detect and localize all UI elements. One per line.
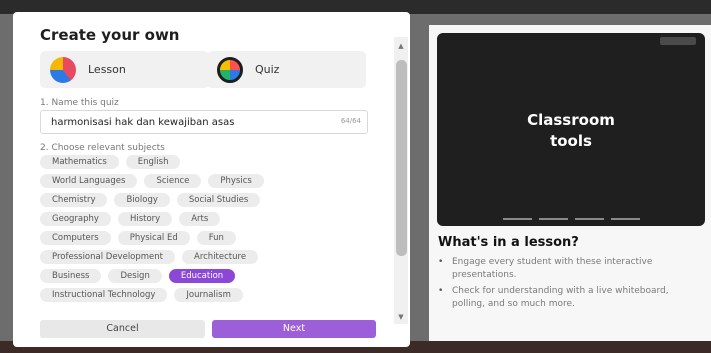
subject-chip[interactable]: Physics: [208, 174, 264, 188]
subject-chip[interactable]: Arts: [179, 212, 221, 226]
next-button[interactable]: Next: [212, 320, 376, 338]
bullet-icon: •: [438, 257, 444, 267]
video-title: Classroom tools: [437, 110, 705, 152]
lesson-bullet: • Check for understanding with a live whi…: [438, 286, 669, 309]
bullet-icon: •: [438, 286, 444, 296]
lesson-type-card[interactable]: Lesson: [40, 51, 209, 88]
subject-chip[interactable]: History: [117, 212, 173, 226]
subject-chip[interactable]: Geography: [40, 212, 111, 226]
subject-chip-row: Business Design Education: [40, 269, 375, 288]
video-title-line1: Classroom: [527, 111, 615, 129]
quiz-label: Quiz: [255, 63, 280, 76]
subject-chip-row: Computers Physical Ed Fun: [40, 231, 375, 250]
carousel-dot[interactable]: [611, 218, 640, 220]
quiz-icon: [217, 56, 243, 83]
subject-chip-row: Professional Development Architecture: [40, 250, 375, 269]
subject-chip[interactable]: Physical Ed: [117, 231, 190, 245]
quiz-name-field[interactable]: 64/64: [40, 110, 368, 134]
scroll-down-icon[interactable]: ▼: [397, 313, 405, 321]
carousel-dots: [503, 218, 647, 220]
subject-chip[interactable]: Design: [108, 269, 162, 283]
subject-chip[interactable]: Education: [168, 269, 236, 283]
char-count: 64/64: [340, 117, 361, 125]
subject-chip[interactable]: Professional Development: [40, 250, 176, 264]
lesson-bullets: • Engage every student with these interac…: [438, 256, 700, 314]
subject-chip-row: Instructional Technology Journalism: [40, 288, 375, 307]
lesson-label: Lesson: [88, 63, 126, 76]
subject-chip[interactable]: Instructional Technology: [40, 288, 168, 302]
lesson-icon: [50, 56, 76, 83]
subject-chip[interactable]: Science: [144, 174, 202, 188]
carousel-dot[interactable]: [539, 218, 568, 220]
subject-chip-row: Chemistry Biology Social Studies: [40, 193, 375, 212]
carousel-dot[interactable]: [575, 218, 604, 220]
subject-chip[interactable]: Computers: [40, 231, 111, 245]
lesson-heading: What's in a lesson?: [438, 235, 579, 250]
quiz-name-input[interactable]: [51, 116, 321, 128]
subject-chip[interactable]: Architecture: [182, 250, 259, 264]
modal-title: Create your own: [40, 26, 180, 44]
subject-chips: Mathematics English World Languages Science…: [40, 155, 375, 307]
subject-chip[interactable]: Biology: [114, 193, 170, 207]
subject-chip[interactable]: World Languages: [40, 174, 138, 188]
carousel-dot[interactable]: [503, 218, 532, 220]
subject-chip[interactable]: Journalism: [174, 288, 243, 302]
subject-chip-row: Geography History Arts: [40, 212, 375, 231]
quiz-type-card[interactable]: Quiz: [207, 51, 366, 88]
video-title-line2: tools: [550, 132, 592, 150]
subject-chip-row: Mathematics English: [40, 155, 375, 174]
step2-label: 2. Choose relevant subjects: [40, 143, 165, 153]
subject-chip[interactable]: English: [125, 155, 181, 169]
create-modal: Create your own Lesson Quiz 1. Name this…: [13, 12, 410, 347]
lesson-bullet: • Engage every student with these interac…: [438, 257, 653, 280]
subject-chip[interactable]: Business: [40, 269, 102, 283]
cancel-button[interactable]: Cancel: [40, 320, 205, 338]
step1-label: 1. Name this quiz: [40, 98, 119, 108]
video-badge-icon: [660, 37, 696, 45]
subject-chip[interactable]: Social Studies: [176, 193, 261, 207]
scroll-up-icon[interactable]: ▲: [397, 42, 405, 50]
subject-chip-row: World Languages Science Physics: [40, 174, 375, 193]
modal-scrollbar-thumb[interactable]: [396, 60, 407, 256]
subject-chip[interactable]: Fun: [196, 231, 236, 245]
subject-chip[interactable]: Mathematics: [40, 155, 119, 169]
subject-chip[interactable]: Chemistry: [40, 193, 108, 207]
